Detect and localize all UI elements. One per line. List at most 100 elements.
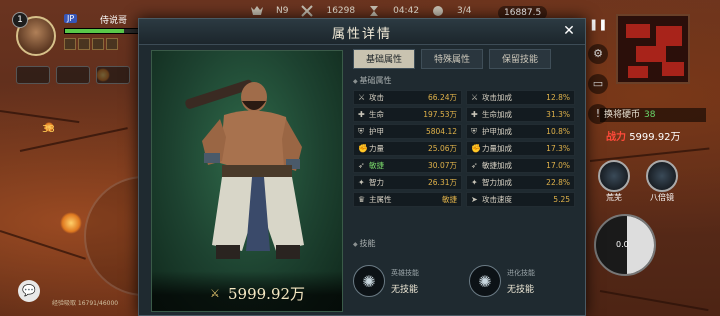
eye-toggle-button[interactable]	[16, 66, 50, 84]
cross-plus-icon: ✚	[471, 110, 478, 119]
stat-cell: ✦ 智力 26.31万	[353, 175, 462, 190]
stat-value: 12.8%	[546, 93, 570, 102]
switch-hand-count: 38	[644, 110, 656, 120]
stat-name: 护甲	[369, 127, 384, 136]
attack-joystick[interactable]: 0.0	[594, 214, 656, 276]
octopus-emblem-icon: ✺	[469, 265, 501, 297]
skill-slot-2-label: 八倍镜	[650, 193, 674, 202]
score-value: 16298	[326, 6, 356, 16]
buff-icon[interactable]	[78, 38, 90, 50]
player-hp-bar	[64, 28, 148, 34]
buff-icon[interactable]	[106, 38, 118, 50]
tab-reserved-skills[interactable]: 保留技能	[489, 49, 551, 69]
main-attr-icon: ♛	[358, 195, 366, 204]
stat-value: 197.53万	[423, 110, 457, 119]
stat-row: ⚔ 攻击 66.24万 ⚔ 攻击加成 12.8%	[353, 90, 575, 105]
pause-button[interactable]: ❚❚	[589, 16, 607, 34]
player-name: 侍说哥	[100, 16, 128, 26]
hero-skill-category: 英雄技能	[391, 268, 419, 277]
stat-name: 生命加成	[482, 110, 512, 119]
power-band: ⚔ 5999.92万	[152, 271, 342, 311]
player-tag: JP	[64, 14, 78, 23]
stat-row: ✊ 力量 25.06万 ✊ 力量加成 17.3%	[353, 141, 575, 156]
stat-cell: ⛨ 护甲加成 10.8%	[466, 124, 575, 139]
hero-portrait: ⚔ 5999.92万	[151, 50, 343, 312]
stat-cell: ✚ 生命加成 31.3%	[466, 107, 575, 122]
hero-figure-image	[185, 79, 304, 259]
hero-skill-value: 无技能	[391, 284, 419, 295]
switch-hand-counter: 换将硬币 38	[600, 108, 706, 122]
agility-icon: ➶	[358, 161, 365, 170]
player-level-badge: 1	[12, 12, 28, 28]
timer-value: 04:42	[393, 6, 420, 16]
stat-name: 护甲加成	[482, 127, 512, 136]
stat-cell: ➶ 敏捷 30.07万	[353, 158, 462, 173]
buff-icon[interactable]	[64, 38, 76, 50]
stat-cell: ✦ 智力加成 22.8%	[466, 175, 575, 190]
menu-button[interactable]	[96, 66, 130, 84]
hourglass-icon	[370, 6, 379, 16]
stat-value: 66.24万	[428, 93, 457, 102]
switch-hand-label: 换将硬币	[604, 110, 641, 120]
monitor-icon[interactable]: ▭	[588, 74, 608, 94]
stat-name: 攻击速度	[482, 195, 512, 204]
stat-value: 10.8%	[546, 127, 570, 136]
stat-cell: ✊ 力量加成 17.3%	[466, 141, 575, 156]
close-icon[interactable]: ✕	[561, 23, 577, 39]
agility-plus-icon: ➶	[471, 161, 478, 170]
stat-name: 智力加成	[482, 178, 512, 187]
player-hud: 1 JP 侍说哥	[12, 12, 152, 60]
shield-plus-icon: ⛨	[471, 126, 477, 136]
octopus-emblem-icon: ✺	[353, 265, 385, 297]
stat-value: 25.06万	[428, 144, 457, 153]
base-attributes-section-label: 基础属性	[353, 75, 392, 86]
fist-icon: ✊	[358, 144, 368, 153]
settings-gear-icon[interactable]: ⚙	[588, 44, 608, 64]
stat-name: 力量	[369, 144, 384, 153]
stat-cell: ⛨ 护甲 5804.12	[353, 124, 462, 139]
map-level: N9	[276, 6, 289, 16]
stat-name: 力量加成	[482, 144, 512, 153]
inventory-button[interactable]	[56, 66, 90, 84]
hero-skill-card[interactable]: ✺ 英雄技能 无技能	[353, 253, 459, 309]
stats-grid: ⚔ 攻击 66.24万 ⚔ 攻击加成 12.8% ✚ 生命 197.53万 ✚ 生命加成 31.3% ⛨…	[353, 90, 575, 209]
skills-area: ✺ 英雄技能 无技能 ✺ 进化技能 无技能	[353, 253, 575, 309]
chat-button[interactable]: 💬	[18, 280, 40, 302]
stat-value: 30.07万	[428, 161, 457, 170]
evolution-skill-value: 无技能	[507, 284, 535, 295]
stat-value: 31.3%	[546, 110, 570, 119]
wave-skull-icon	[433, 6, 444, 16]
stat-cell: ➶ 敏捷加成 17.0%	[466, 158, 575, 173]
hero-power-value: 5999.92万	[228, 285, 306, 303]
stat-cell: ✚ 生命 197.53万	[353, 107, 462, 122]
stat-row: ✦ 智力 26.31万 ✦ 智力加成 22.8%	[353, 175, 575, 190]
stat-value: 26.31万	[428, 178, 457, 187]
stat-value: 17.0%	[546, 161, 570, 170]
stat-value: 5804.12	[425, 127, 457, 136]
player-hp-fill	[65, 29, 125, 33]
hud-power-label: 战力	[606, 132, 626, 143]
skill-slot-1-label: 荒芜	[606, 193, 622, 202]
stat-cell: ➤ 攻击速度 5.25	[466, 192, 575, 207]
stat-name: 攻击加成	[482, 93, 512, 102]
left-toolbar	[16, 66, 130, 84]
skill-slot-1[interactable]	[598, 160, 630, 192]
shield-icon: ⛨	[358, 126, 364, 136]
buff-icon[interactable]	[92, 38, 104, 50]
demon-skull-icon	[251, 6, 263, 15]
buff-row	[64, 38, 118, 50]
hud-power: 战力 5999.92万	[606, 128, 681, 143]
tab-base-attributes[interactable]: 基础属性	[353, 49, 415, 69]
cross-icon: ✚	[358, 110, 365, 119]
stat-row: ✚ 生命 197.53万 ✚ 生命加成 31.3%	[353, 107, 575, 122]
brain-plus-icon: ✦	[471, 178, 478, 187]
stat-row: ⛨ 护甲 5804.12 ⛨ 护甲加成 10.8%	[353, 124, 575, 139]
stat-cell: ⚔ 攻击加成 12.8%	[466, 90, 575, 105]
minimap[interactable]	[616, 14, 690, 84]
stat-name: 敏捷	[369, 161, 384, 170]
attribute-detail-modal: 属性详情 ✕ ⚔ 5999.92万 基础属性 特殊属性 保留技能 ◆ 基础属性 …	[138, 18, 586, 316]
evolution-skill-card[interactable]: ✺ 进化技能 无技能	[469, 253, 575, 309]
skill-slot-2[interactable]	[646, 160, 678, 192]
stat-value: 22.8%	[546, 178, 570, 187]
tab-special-attributes[interactable]: 特殊属性	[421, 49, 483, 69]
